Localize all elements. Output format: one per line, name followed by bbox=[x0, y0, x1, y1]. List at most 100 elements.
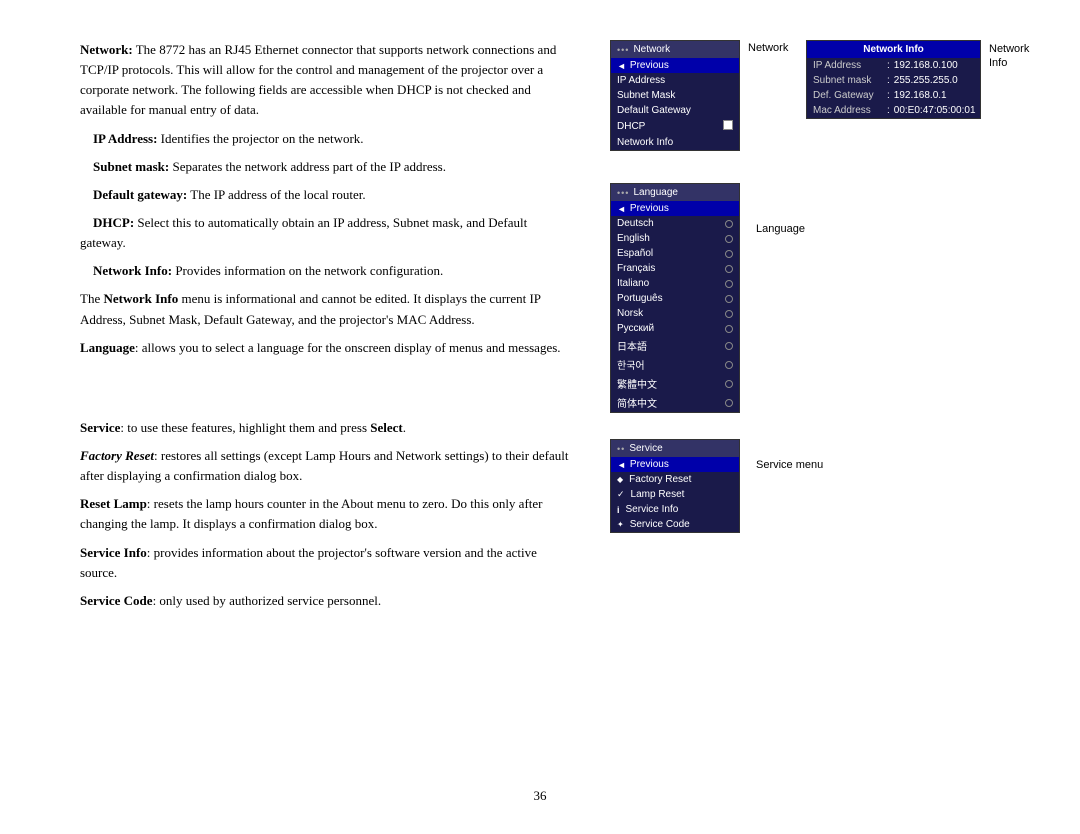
network-item-info[interactable]: Network Info bbox=[611, 135, 739, 150]
arrow-icon: ◄ bbox=[617, 61, 626, 71]
radio-korean bbox=[725, 361, 733, 369]
service-menu-label: Service menu bbox=[756, 459, 823, 471]
lang-item-italiano[interactable]: Italiano bbox=[611, 276, 739, 291]
service-item-code[interactable]: ✦ Service Code bbox=[611, 517, 739, 532]
arrow-icon: ◄ bbox=[617, 460, 626, 470]
serviceinfo-text: : provides information about the project… bbox=[80, 545, 537, 580]
lang-item-trad-chinese[interactable]: 繁體中文 bbox=[611, 374, 739, 393]
service-item-factory[interactable]: ◆ Factory Reset bbox=[611, 472, 739, 487]
network-item-previous[interactable]: ◄ Previous bbox=[611, 58, 739, 73]
service-panel: •• Service ◄ Previous ◆ Factory Reset ✓ … bbox=[610, 439, 740, 533]
service-block: Service: to use these features, highligh… bbox=[80, 418, 570, 611]
serviceinfo-bold: Service Info bbox=[80, 545, 147, 560]
network-item-ip[interactable]: IP Address bbox=[611, 73, 739, 88]
radio-francais bbox=[725, 265, 733, 273]
radio-espanol bbox=[725, 250, 733, 258]
network-menu-header: ••• Network bbox=[611, 41, 739, 58]
service-text2: . bbox=[403, 420, 406, 435]
radio-english bbox=[725, 235, 733, 243]
service-dots: •• bbox=[617, 444, 625, 454]
ip-text: Identifies the projector on the network. bbox=[157, 131, 363, 146]
gateway-bold: Default gateway: bbox=[93, 187, 187, 202]
network-item-gateway[interactable]: Default Gateway bbox=[611, 103, 739, 118]
language-label: Language bbox=[756, 223, 806, 235]
network-info-mac: Mac Address : 00:E0:47:05:00:01 bbox=[807, 103, 980, 118]
service-select: Select bbox=[370, 420, 402, 435]
language-panel-row: ••• Language ◄ Previous Deutsch English … bbox=[610, 183, 1039, 413]
lang-dots: ••• bbox=[617, 188, 629, 198]
netinfo-bold: Network Info: bbox=[93, 263, 172, 278]
lang-bold: Language bbox=[80, 340, 135, 355]
network-item-subnet[interactable]: Subnet Mask bbox=[611, 88, 739, 103]
ip-bold: IP Address: bbox=[93, 131, 157, 146]
service-item-previous[interactable]: ◄ Previous bbox=[611, 457, 739, 472]
language-header-label: Language bbox=[633, 187, 678, 198]
network-header-label: Network bbox=[633, 44, 670, 55]
lang-item-francais[interactable]: Français bbox=[611, 261, 739, 276]
radio-simp-chinese bbox=[725, 399, 733, 407]
service-bold: Service bbox=[80, 420, 120, 435]
lang-item-japanese[interactable]: 日本語 bbox=[611, 336, 739, 355]
left-column: Network: The 8772 has an RJ45 Ethernet c… bbox=[80, 40, 600, 794]
radio-portugues bbox=[725, 295, 733, 303]
factory-bold: Factory Reset bbox=[80, 448, 154, 463]
factory-text: : restores all settings (except Lamp Hou… bbox=[80, 448, 568, 483]
network-info-label: Network Info bbox=[989, 42, 1039, 71]
info-icon: i bbox=[617, 505, 620, 515]
intro-block: Network: The 8772 has an RJ45 Ethernet c… bbox=[80, 40, 570, 358]
lang-item-russian[interactable]: Русский bbox=[611, 321, 739, 336]
service-text: : to use these features, highlight them … bbox=[120, 420, 370, 435]
resetlamp-bold: Reset Lamp bbox=[80, 496, 147, 511]
subnet-bold: Subnet mask: bbox=[93, 159, 169, 174]
dhcp-checkbox[interactable] bbox=[723, 120, 733, 130]
factory-icon: ◆ bbox=[617, 475, 623, 484]
intro-model: The 8772 bbox=[136, 42, 185, 57]
netinfo-text: Provides information on the network conf… bbox=[172, 263, 443, 278]
lang-item-espanol[interactable]: Español bbox=[611, 246, 739, 261]
code-icon: ✦ bbox=[617, 520, 624, 529]
radio-italiano bbox=[725, 280, 733, 288]
lamp-icon: ✓ bbox=[617, 489, 625, 500]
gateway-text: The IP address of the local router. bbox=[187, 187, 365, 202]
service-panel-row: •• Service ◄ Previous ◆ Factory Reset ✓ … bbox=[610, 439, 1039, 533]
subnet-text: Separates the network address part of th… bbox=[169, 159, 446, 174]
lang-item-portugues[interactable]: Português bbox=[611, 291, 739, 306]
lang-item-english[interactable]: English bbox=[611, 231, 739, 246]
servicecode-text: : only used by authorized service person… bbox=[153, 593, 382, 608]
service-item-info[interactable]: i Service Info bbox=[611, 502, 739, 517]
network-item-dhcp[interactable]: DHCP bbox=[611, 118, 739, 135]
lang-item-korean[interactable]: 한국어 bbox=[611, 355, 739, 374]
lang-text: : allows you to select a language for th… bbox=[135, 340, 561, 355]
network-info-header: Network Info bbox=[807, 41, 980, 58]
lang-item-previous[interactable]: ◄ Previous bbox=[611, 201, 739, 216]
para2-prefix: The bbox=[80, 291, 103, 306]
radio-norsk bbox=[725, 310, 733, 318]
network-info-panel: Network Info IP Address : 192.168.0.100 … bbox=[806, 40, 981, 119]
language-menu-header: ••• Language bbox=[611, 184, 739, 201]
servicecode-bold: Service Code bbox=[80, 593, 153, 608]
service-item-lamp[interactable]: ✓ Lamp Reset bbox=[611, 487, 739, 502]
right-column: ••• Network ◄ Previous IP Address Subnet… bbox=[600, 40, 1039, 794]
dhcp-bold: DHCP: bbox=[93, 215, 134, 230]
radio-trad-chinese bbox=[725, 380, 733, 388]
radio-russian bbox=[725, 325, 733, 333]
para2-bold: Network Info bbox=[103, 291, 178, 306]
page-number: 36 bbox=[534, 788, 547, 804]
network-menu-panel: ••• Network ◄ Previous IP Address Subnet… bbox=[610, 40, 740, 151]
network-info-gateway: Def. Gateway : 192.168.0.1 bbox=[807, 88, 980, 103]
network-label: Network bbox=[748, 42, 798, 54]
radio-japanese bbox=[725, 342, 733, 350]
dhcp-text: Select this to automatically obtain an I… bbox=[80, 215, 527, 250]
page: Network: The 8772 has an RJ45 Ethernet c… bbox=[0, 0, 1080, 834]
service-menu-header: •• Service bbox=[611, 440, 739, 457]
lang-item-simp-chinese[interactable]: 简体中文 bbox=[611, 393, 739, 412]
lang-item-norsk[interactable]: Norsk bbox=[611, 306, 739, 321]
radio-deutsch bbox=[725, 220, 733, 228]
network-bold: Network: bbox=[80, 42, 133, 57]
lang-item-deutsch[interactable]: Deutsch bbox=[611, 216, 739, 231]
resetlamp-text: : resets the lamp hours counter in the A… bbox=[80, 496, 542, 531]
header-dots: ••• bbox=[617, 45, 629, 55]
arrow-icon: ◄ bbox=[617, 204, 626, 214]
service-header-label: Service bbox=[629, 443, 662, 454]
network-info-ip: IP Address : 192.168.0.100 bbox=[807, 58, 980, 73]
